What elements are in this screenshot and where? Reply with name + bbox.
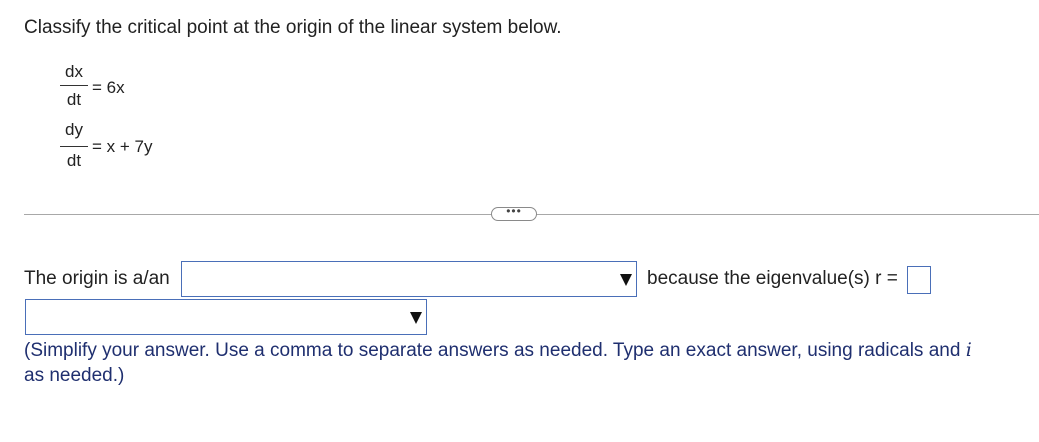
eq2-fraction-bar xyxy=(60,146,88,147)
answer-middle-text: because the eigenvalue(s) r = xyxy=(647,268,898,289)
eigenvalue-input[interactable] xyxy=(907,266,931,294)
equation-2: dy dt = x + 7y xyxy=(60,120,200,176)
eq1-fraction-bar xyxy=(60,85,88,86)
eq1-numerator: dx xyxy=(65,62,83,81)
eq2-rhs: = x + 7y xyxy=(92,137,153,156)
answer-prefix: The origin is a/an xyxy=(24,268,170,289)
hint-text: (Simplify your answer. Use a comma to se… xyxy=(24,340,961,361)
chevron-down-icon xyxy=(620,274,632,286)
eq2-numerator: dy xyxy=(65,120,83,139)
answer-instructions: (Simplify your answer. Use a comma to se… xyxy=(24,338,1014,388)
hint-tail: as needed.) xyxy=(24,365,125,386)
hint-italic-i: i xyxy=(965,339,972,361)
question-text: Classify the critical point at the origi… xyxy=(24,17,562,38)
eq1-rhs: = 6x xyxy=(92,78,125,97)
more-options-button[interactable]: ••• xyxy=(491,205,537,221)
chevron-down-icon xyxy=(410,312,422,324)
equation-1: dx dt = 6x xyxy=(60,60,180,116)
second-dropdown[interactable] xyxy=(25,299,427,335)
classification-dropdown[interactable] xyxy=(181,261,637,297)
eq1-denominator: dt xyxy=(66,90,82,109)
eq2-denominator: dt xyxy=(66,151,82,170)
